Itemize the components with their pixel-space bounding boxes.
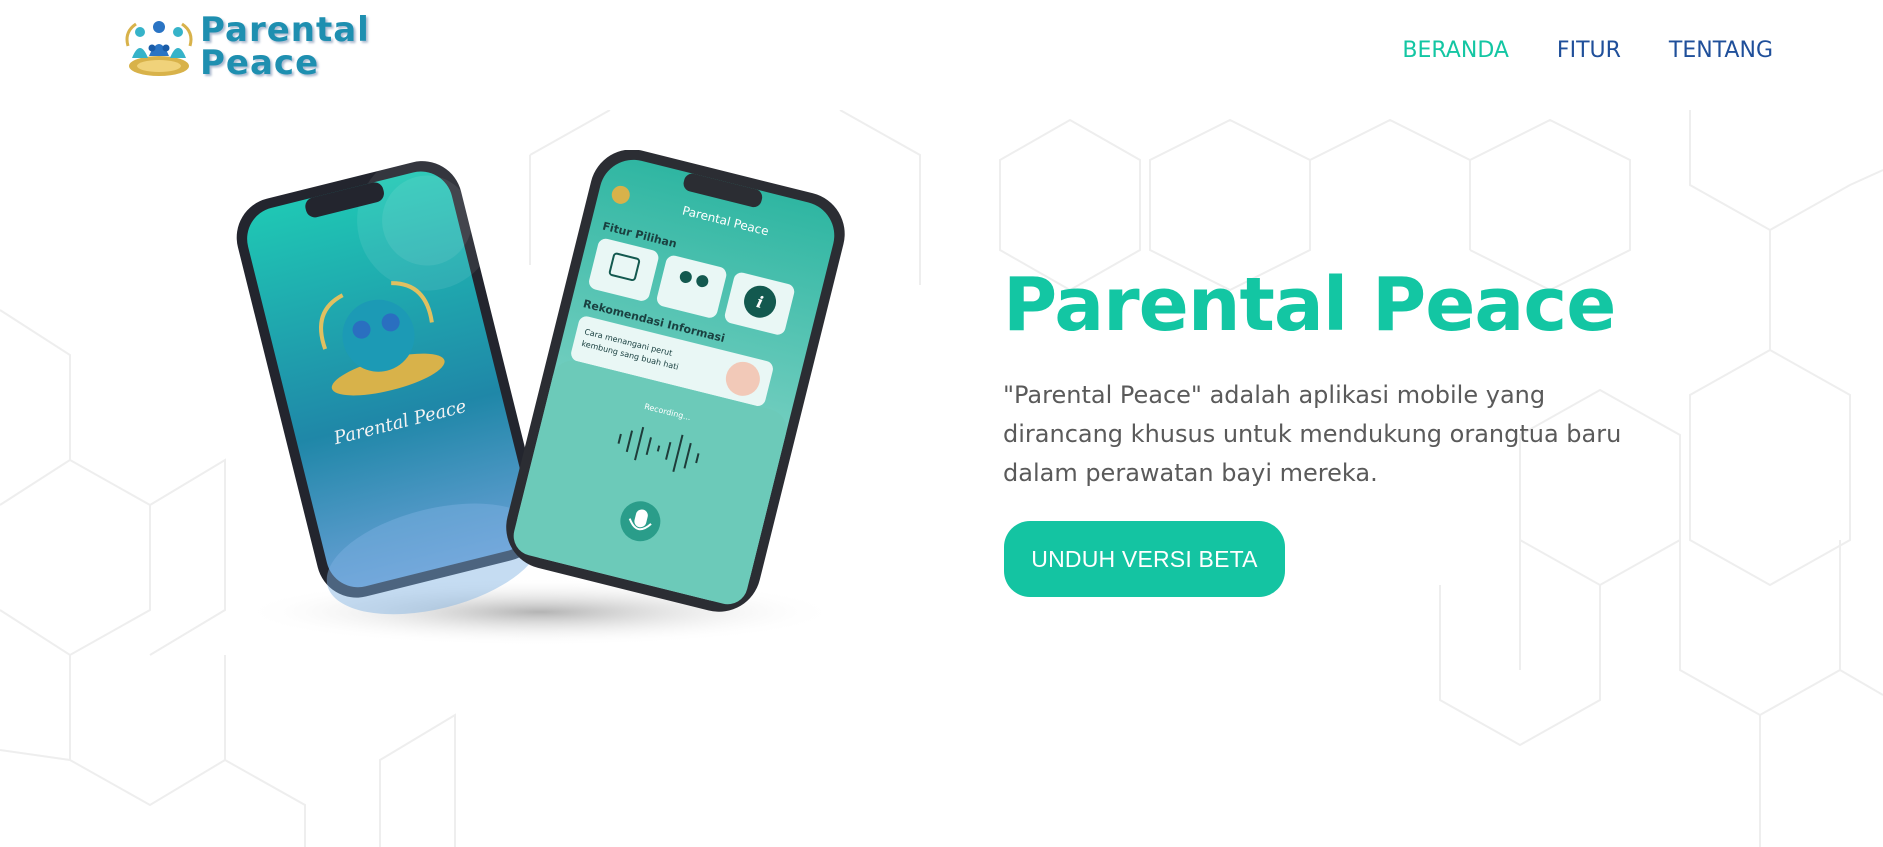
download-beta-button[interactable]: UNDUH VERSI BETA <box>1004 521 1285 597</box>
brand-wordmark: Parental Peace <box>200 13 370 83</box>
brand-line-2: Peace <box>200 43 320 83</box>
hero-description: "Parental Peace" adalah aplikasi mobile … <box>1003 381 1622 487</box>
hero-section: Parental Peace "Parental Peace" adalah a… <box>1003 260 1703 493</box>
hero-title: Parental Peace <box>1003 262 1616 348</box>
family-logo-icon <box>125 21 193 76</box>
brand-logo[interactable]: Parental Peace <box>122 13 372 83</box>
phone-right: Parental Peace Fitur Pilihan i Rekomenda… <box>506 150 845 612</box>
site-header: Parental Peace BERANDA FITUR TENTANG <box>0 0 1883 110</box>
nav-fitur[interactable]: FITUR <box>1557 38 1621 68</box>
nav-tentang[interactable]: TENTANG <box>1669 38 1773 68</box>
nav-beranda[interactable]: BERANDA <box>1402 38 1509 68</box>
main-nav: BERANDA FITUR TENTANG <box>1402 38 1773 68</box>
phone-mockup-illustration: Parental Peace Parental Peace Fitur Pili… <box>236 150 845 646</box>
